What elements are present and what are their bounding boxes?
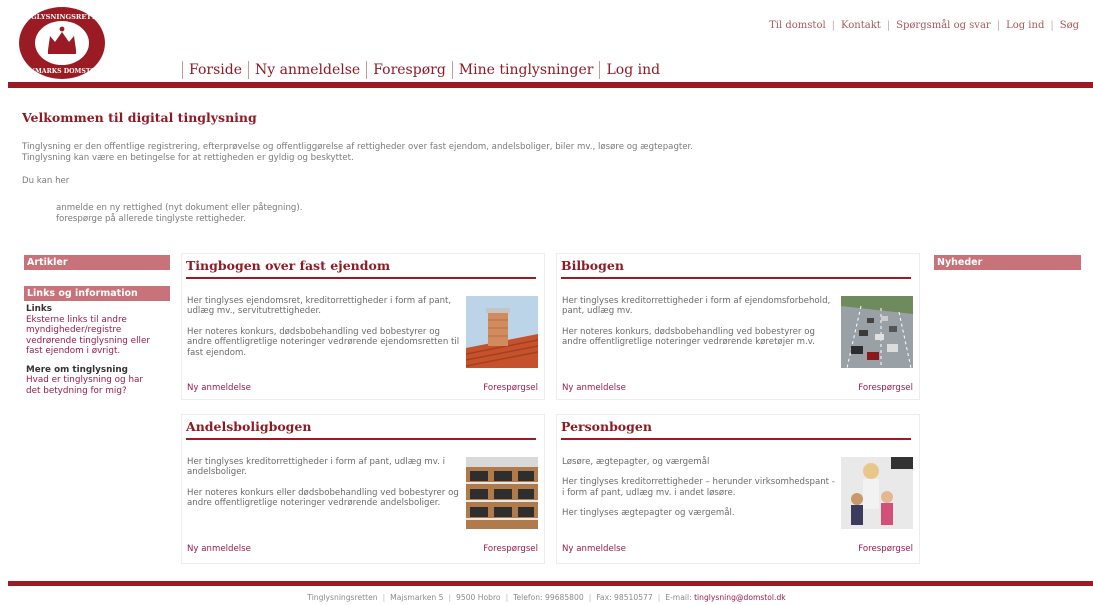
link-eksterne-line2[interactable]: myndigheder/registre [26,325,176,336]
box-andelsboligbogen: Andelsboligbogen Her tinglyses kreditorr… [181,414,545,564]
nav-ny-anmeldelse[interactable]: Ny anmeldelse [247,61,366,79]
chimney-roof-image [466,296,538,368]
mere-label: Mere om tinglysning [26,364,128,375]
main-nav: Forside Ny anmeldelse Forespørg Mine tingly… [182,61,666,79]
link-hvad-er-line2[interactable]: det betydning for mig? [26,386,176,397]
andels-foresporgsel-link[interactable]: Forespørgsel [483,544,538,554]
toplink-log-ind[interactable]: Log ind [1006,20,1044,31]
links-label: Links [26,304,52,314]
nyheder-heading[interactable]: Nyheder [934,255,1081,270]
header-divider [8,82,1093,88]
apartment-building-image [466,457,538,529]
nav-mine-tinglysninger[interactable]: Mine tinglysninger [451,61,600,79]
intro-paragraph-1: Tinglysning er den offentlige registreri… [22,142,694,152]
intro-du-kan: Du kan her [22,176,70,186]
person-text-3: Her tinglyses ægtepagter og værgemål. [562,508,735,519]
tingbogen-foresporgsel-link[interactable]: Forespørgsel [483,383,538,393]
tingbogen-text-1: Her tinglyses ejendomsret, kreditorretti… [187,296,452,317]
footer-email-label: E-mail: [665,593,692,602]
svg-text:DANMARKS DOMSTOLE: DANMARKS DOMSTOLE [19,68,105,75]
box-title-tingbogen: Tingbogen over fast ejendom [186,258,391,273]
intro-bullet-2: forespørge på allerede tinglyste rettigh… [56,214,247,224]
toplink-faq[interactable]: Spørgsmål og svar [896,20,991,31]
nav-foresporg[interactable]: Forespørg [366,61,452,79]
link-eksterne-line1[interactable]: Eksterne links til andre [26,315,176,326]
domstol-logo[interactable]: TINGLYSNINGSRETTEN DANMARKS DOMSTOLE [18,6,106,80]
box-bilbogen: Bilbogen Her tinglyses kreditorrettighed… [556,253,920,400]
link-eksterne-line4[interactable]: fast ejendom i øvrigt. [26,346,176,357]
toplink-til-domstol[interactable]: Til domstol [769,20,826,31]
person-text-1: Løsøre, ægtepagter, og værgemål [562,457,710,467]
footer-org: Tinglysningsretten [307,593,378,602]
links-information-heading[interactable]: Links og information [24,286,170,301]
site-header: TINGLYSNINGSRETTEN DANMARKS DOMSTOLE Til… [0,0,1093,88]
footer-phone: Telefon: 99685800 [513,593,584,602]
toplink-kontakt[interactable]: Kontakt [841,20,881,31]
intro-paragraph-2: Tinglysning kan være en betingelse for a… [22,153,354,163]
tingbogen-text-2: Her noteres konkurs, dødsbobehandling ve… [187,326,460,358]
footer-city: 9500 Hobro [456,593,501,602]
bilbogen-text-1: Her tinglyses kreditorrettigheder i form… [562,296,831,317]
artikler-heading[interactable]: Artikler [24,255,170,270]
link-hvad-er-line1[interactable]: Hvad er tinglysning og har [26,375,176,386]
andels-text-2: Her noteres konkurs eller dødsbobehandli… [187,487,459,509]
andels-text-1: Her tinglyses kreditorrettigheder i form… [187,457,446,478]
box-tingbogen: Tingbogen over fast ejendom Her tinglyse… [181,253,545,400]
intro-bullet-1: anmelde en ny rettighed (nyt dokument el… [56,203,303,213]
footer-email-link[interactable]: tinglysning@domstol.dk [694,593,786,602]
person-foresporgsel-link[interactable]: Forespørgsel [858,544,913,554]
person-ny-anmeldelse-link[interactable]: Ny anmeldelse [562,544,626,554]
svg-text:TINGLYSNINGSRETTEN: TINGLYSNINGSRETTEN [18,13,106,21]
tingbogen-ny-anmeldelse-link[interactable]: Ny anmeldelse [187,383,251,393]
footer-divider [8,581,1093,586]
box-personbogen: Personbogen Løsøre, ægtepagter, og værge… [556,414,920,564]
nav-forside[interactable]: Forside [182,61,248,79]
link-eksterne-line3[interactable]: vedrørende tinglysning eller [26,336,176,347]
bilbogen-text-2: Her noteres konkurs, dødsbobehandling ve… [562,326,815,348]
top-links: Til domstol | Kontakt | Spørgsmål og svar | Lo… [769,20,1079,31]
box-title-andelsboligbogen: Andelsboligbogen [186,419,312,434]
page-title: Velkommen til digital tinglysning [22,110,257,125]
footer-fax: Fax: 98510577 [596,593,653,602]
links-section: Links Eksterne links til andre myndighed… [26,304,176,396]
footer-address: Majsmarken 5 [390,593,444,602]
cars-highway-image [841,296,913,368]
person-text-2: Her tinglyses kreditorrettigheder – heru… [562,477,835,498]
bilbogen-ny-anmeldelse-link[interactable]: Ny anmeldelse [562,383,626,393]
box-title-personbogen: Personbogen [561,419,652,434]
andels-ny-anmeldelse-link[interactable]: Ny anmeldelse [187,544,251,554]
bilbogen-foresporgsel-link[interactable]: Forespørgsel [858,383,913,393]
box-title-bilbogen: Bilbogen [561,258,624,273]
family-image [841,457,913,529]
nav-log-ind[interactable]: Log ind [599,61,666,79]
toplink-sog[interactable]: Søg [1060,20,1079,31]
site-footer: Tinglysningsretten | Majsmarken 5 | 9500 Hob… [307,593,786,602]
